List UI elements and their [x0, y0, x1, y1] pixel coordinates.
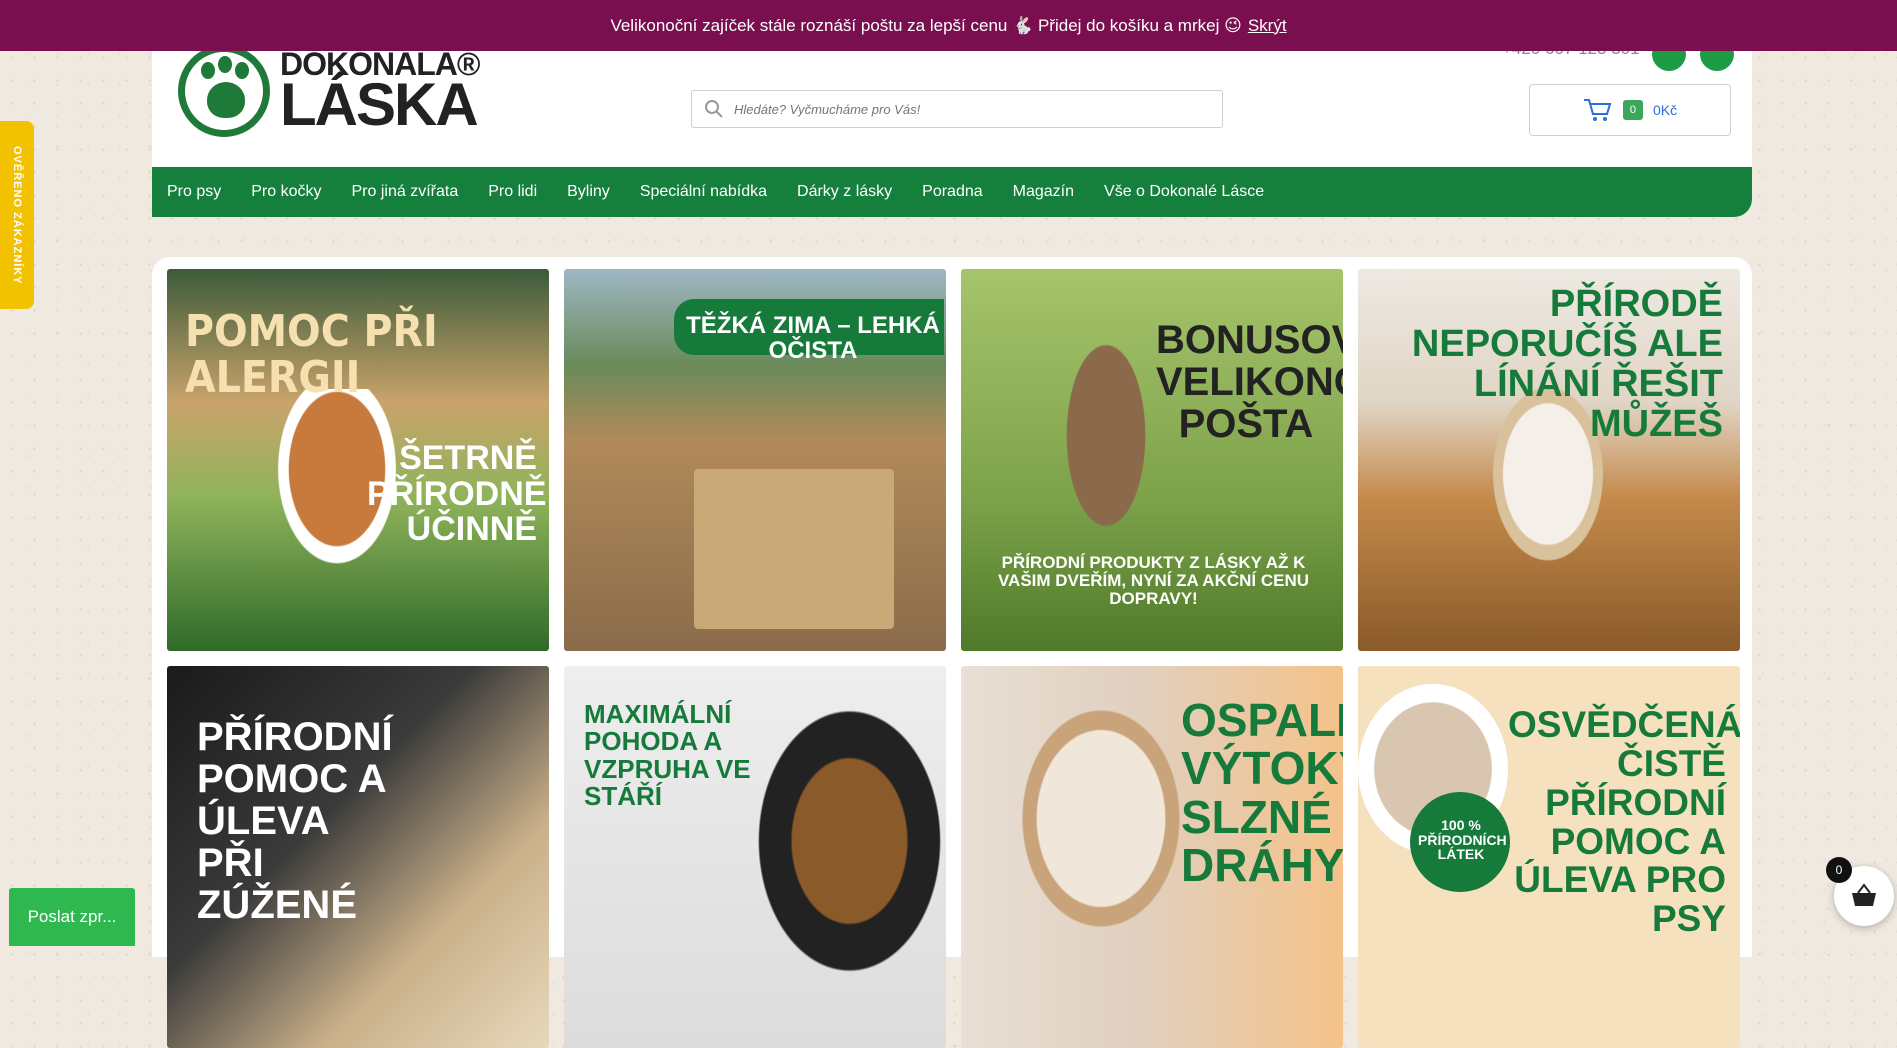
paw-heart-icon [178, 45, 270, 137]
floating-cart-count: 0 [1826, 857, 1852, 883]
verified-customers-badge[interactable]: OVĚŘENO ZÁKAZNÍKY [0, 121, 34, 309]
banner-tile-zuzene[interactable]: PŘÍRODNÍ POMOC A ÚLEVA PŘI ZÚŽENÉ [167, 666, 549, 1048]
tile-caption: OSVĚDČENÁ ČISTĚ PŘÍRODNÍ POMOC A ÚLEVA P… [1508, 704, 1740, 940]
banner-tile-zima[interactable]: TĚŽKÁ ZIMA – LEHKÁ OČISTA [564, 269, 946, 651]
tile-caption: BONUSOVÁ VELIKONOČNÍ POŠTA [1156, 318, 1343, 446]
search-input[interactable] [732, 100, 1206, 118]
search-icon [705, 100, 723, 118]
tile-caption: PŘÍRODNÍ PRODUKTY Z LÁSKY AŽ K VAŠIM DVE… [997, 553, 1310, 608]
tile-caption: PŘÍRODĚ NEPORUČÍŠ ALE LÍNÁNÍ ŘEŠIT MŮŽEŠ [1411, 283, 1723, 445]
promo-text: Velikonoční zajíček stále roznáší poštu … [610, 15, 1242, 35]
banner-tile-ospalky[interactable]: OSPALKY, VÝTOKY, SLZNÉ DRÁHY [961, 666, 1343, 1048]
tile-caption: MAXIMÁLNÍ POHODA A VZPRUHA VE STÁŘÍ [584, 699, 751, 811]
basket-icon [1852, 883, 1876, 906]
nav-item-vse-o-dokonale-lasce[interactable]: Vše o Dokonalé Lásce [1104, 183, 1264, 201]
promo-hide-link[interactable]: Skrýt [1248, 16, 1287, 36]
banner-tile-alergie[interactable]: POMOC PŘI ALERGII ŠETRNĚ PŘÍRODNĚ ÚČINNĚ [167, 269, 549, 651]
nav-item-pro-jina-zvirata[interactable]: Pro jiná zvířata [352, 183, 459, 201]
promo-bar: Velikonoční zajíček stále roznáší poštu … [0, 0, 1897, 51]
banner-tile-velikonocni-posta[interactable]: BONUSOVÁ VELIKONOČNÍ POŠTA PŘÍRODNÍ PROD… [961, 269, 1343, 651]
nav-item-darky-z-lasky[interactable]: Dárky z lásky [797, 183, 892, 201]
logo-line2: LÁSKA [280, 71, 479, 139]
tile-caption: ŠETRNĚ PŘÍRODNĚ ÚČINNĚ [367, 439, 547, 549]
tile-caption: PŘÍRODNÍ POMOC A ÚLEVA PŘI ZÚŽENÉ [197, 715, 393, 927]
tile-badge-text: 100 % PŘÍRODNÍCH LÁTEK [1418, 817, 1507, 863]
tile-caption: TĚŽKÁ ZIMA – LEHKÁ OČISTA [686, 312, 940, 365]
nav-item-poradna[interactable]: Poradna [922, 183, 983, 201]
search-box[interactable] [691, 90, 1223, 128]
cart-button[interactable]: 0 0Kč [1529, 84, 1731, 136]
main-nav: Pro psy Pro kočky Pro jiná zvířata Pro l… [152, 167, 1752, 217]
logo[interactable]: DOKONALÁ® LÁSKA [178, 45, 480, 139]
nav-item-specialni-nabidka[interactable]: Speciální nabídka [640, 183, 767, 201]
nav-item-pro-psy[interactable]: Pro psy [167, 183, 221, 201]
banner-tile-osvedcena[interactable]: 100 % PŘÍRODNÍCH LÁTEK OSVĚDČENÁ ČISTĚ P… [1358, 666, 1740, 1048]
tile-caption: POMOC PŘI ALERGII [185, 306, 438, 404]
banner-grid: POMOC PŘI ALERGII ŠETRNĚ PŘÍRODNĚ ÚČINNĚ… [152, 257, 1752, 1048]
nav-item-magazin[interactable]: Magazín [1013, 183, 1074, 201]
banner-tile-linani[interactable]: PŘÍRODĚ NEPORUČÍŠ ALE LÍNÁNÍ ŘEŠIT MŮŽEŠ [1358, 269, 1740, 651]
chat-button[interactable]: Poslat zpr... [9, 888, 135, 946]
nav-item-pro-lidi[interactable]: Pro lidi [488, 183, 537, 201]
nav-item-pro-kocky[interactable]: Pro kočky [251, 183, 321, 201]
site-header: DOKONALÁ® LÁSKA +420 607 123 301 0 0Kč [152, 37, 1752, 167]
cart-icon [1583, 99, 1612, 121]
nav-item-byliny[interactable]: Byliny [567, 183, 610, 201]
banner-tile-stari[interactable]: MAXIMÁLNÍ POHODA A VZPRUHA VE STÁŘÍ [564, 666, 946, 1048]
tile-caption: OSPALKY, VÝTOKY, SLZNÉ DRÁHY [1181, 694, 1343, 891]
cart-count: 0 [1622, 100, 1643, 120]
cart-price: 0Kč [1653, 102, 1678, 118]
